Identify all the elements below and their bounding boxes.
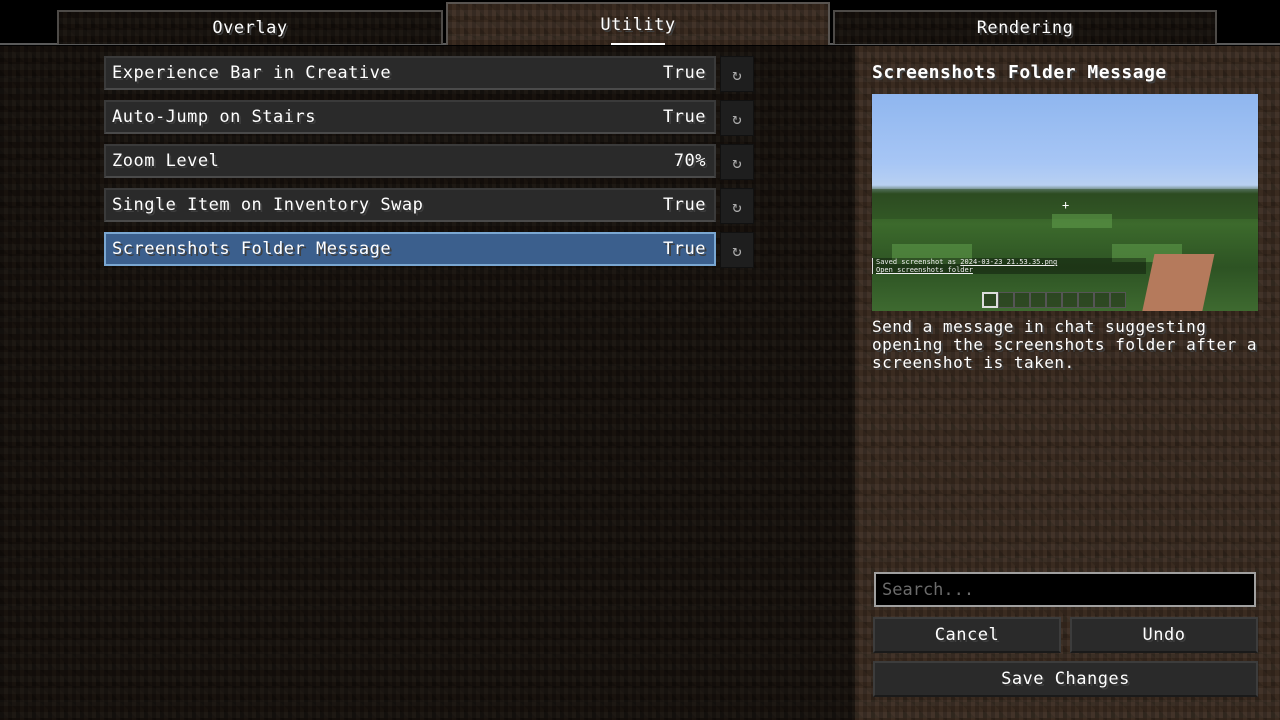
hotbar-slot [1046,292,1062,308]
reset-icon: ↻ [732,196,742,216]
hotbar-slot [1014,292,1030,308]
tab-label: Rendering [976,18,1074,38]
hotbar-slot [982,292,998,308]
save-changes-button[interactable]: Save Changes [873,661,1258,697]
player-hand [1139,254,1215,311]
cancel-button[interactable]: Cancel [873,617,1061,653]
option-label: Auto-Jump on Stairs [112,107,316,127]
option-value: True [663,195,706,215]
chat-link: Open screenshots folder [876,266,973,274]
save-label: Save Changes [1001,669,1130,689]
options-list: Experience Bar in Creative True ↻ Auto-J… [0,46,855,720]
detail-title: Screenshots Folder Message [872,62,1167,83]
option-row-auto-jump[interactable]: Auto-Jump on Stairs True [104,100,716,134]
detail-description: Send a message in chat suggesting openin… [872,317,1258,372]
reset-icon: ↻ [732,240,742,260]
reset-icon: ↻ [732,152,742,172]
reset-button[interactable]: ↻ [720,188,754,224]
hotbar [982,292,1126,308]
option-row-zoom-level[interactable]: Zoom Level 70% [104,144,716,178]
reset-icon: ↻ [732,64,742,84]
option-label: Experience Bar in Creative [112,63,392,83]
reset-button[interactable]: ↻ [720,232,754,268]
undo-button[interactable]: Undo [1070,617,1258,653]
option-label: Zoom Level [112,151,220,171]
chat-file: 2024-03-23_21.53.35.png [960,258,1058,266]
option-label: Single Item on Inventory Swap [112,195,424,215]
tab-label: Utility [600,14,676,35]
option-value: True [663,63,706,83]
search-input[interactable] [874,572,1256,607]
undo-label: Undo [1142,625,1186,645]
hotbar-slot [1030,292,1046,308]
hotbar-slot [1062,292,1078,308]
hotbar-slot [1078,292,1094,308]
option-label: Screenshots Folder Message [112,239,392,259]
cancel-label: Cancel [934,625,1000,645]
preview-image: + Saved screenshot as 2024-03-23_21.53.3… [872,94,1258,311]
option-row-experience-bar[interactable]: Experience Bar in Creative True [104,56,716,90]
tab-label: Overlay [212,18,288,38]
tab-utility[interactable]: Utility [446,2,830,45]
reset-button[interactable]: ↻ [720,144,754,180]
active-tab-underline [611,43,665,45]
reset-button[interactable]: ↻ [720,100,754,136]
crosshair-icon: + [1062,198,1070,212]
tab-overlay[interactable]: Overlay [57,10,443,44]
chat-prefix: Saved screenshot as [876,258,961,266]
reset-icon: ↻ [732,108,742,128]
meadow-patch [1052,214,1112,228]
option-value: True [663,239,706,259]
hotbar-slot [1094,292,1110,308]
option-value: 70% [673,151,706,171]
option-value: True [663,107,706,127]
tab-bar: Overlay Utility Rendering [0,0,1280,46]
hotbar-slot [998,292,1014,308]
tab-rendering[interactable]: Rendering [833,10,1217,44]
hotbar-slot [1110,292,1126,308]
detail-panel: Screenshots Folder Message + Saved scree… [855,46,1280,720]
option-row-screenshots-folder-message[interactable]: Screenshots Folder Message True [104,232,716,266]
option-row-single-item-swap[interactable]: Single Item on Inventory Swap True [104,188,716,222]
chat-overlay: Saved screenshot as 2024-03-23_21.53.35.… [872,258,1146,274]
reset-button[interactable]: ↻ [720,56,754,92]
